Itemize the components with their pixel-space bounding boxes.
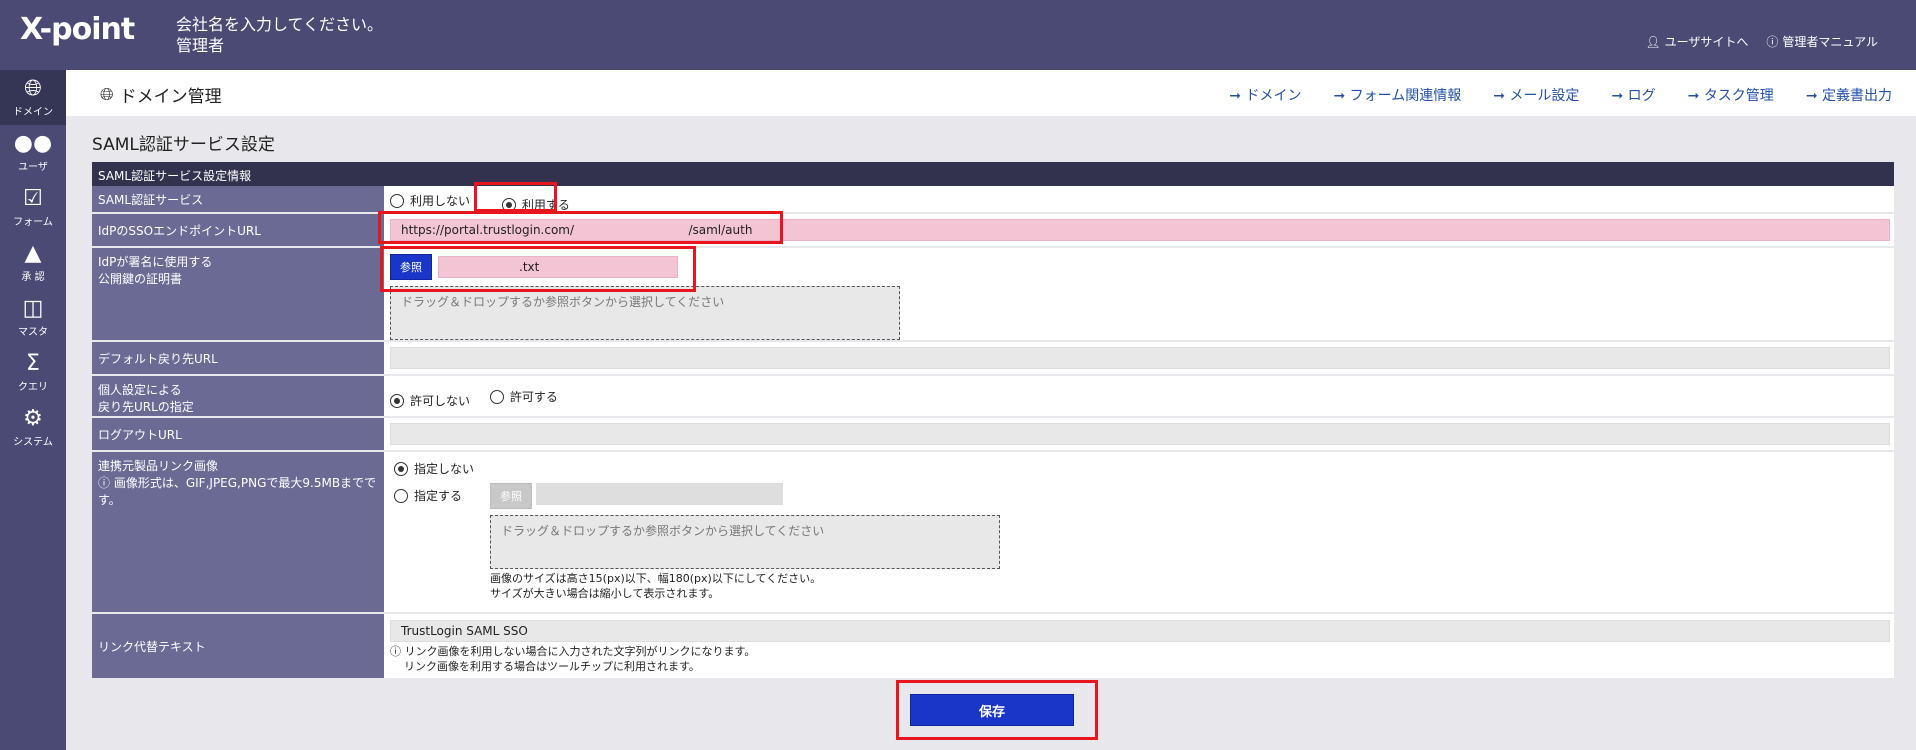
row-default-return-url: デフォルト戻り先URL bbox=[92, 342, 1894, 376]
xpoint-logo[interactable]: X-point bbox=[20, 12, 135, 47]
nav-approval[interactable]: ▲ 承 認 bbox=[0, 235, 66, 290]
form-icon: ☑ bbox=[23, 186, 43, 211]
admin-manual-link[interactable]: ⓘ 管理者マニュアル bbox=[1766, 33, 1878, 50]
user-site-link[interactable]: 👤︎ ユーザサイトへ bbox=[1645, 33, 1748, 50]
image-size-note-1: 画像のサイズは高さ15(px)以下、幅180(px)以下にしてください。 bbox=[490, 572, 822, 585]
link-text-note-2: リンク画像を利用する場合はツールチップに利用されます。 bbox=[404, 660, 700, 673]
label-certificate: IdPが署名に使用する 公開鍵の証明書 bbox=[92, 248, 384, 340]
stamp-icon: ▲ bbox=[24, 241, 42, 266]
logout-url-input[interactable] bbox=[390, 423, 1890, 445]
header-links: 👤︎ ユーザサイトへ ⓘ 管理者マニュアル bbox=[1645, 33, 1878, 50]
help-icon: ⓘ bbox=[1766, 35, 1779, 49]
nav-user[interactable]: ●● ユーザ bbox=[0, 125, 66, 180]
row-link-image: 連携元製品リンク画像 ⓘ 画像形式は、GIF,JPEG,PNGで最大9.5MBま… bbox=[92, 452, 1894, 614]
saml-settings-form: SAML認証サービス設定情報 SAML認証サービス 利用しない 利用する IdP… bbox=[92, 162, 1894, 680]
label-default-return-url: デフォルト戻り先URL bbox=[92, 342, 384, 374]
info-icon: ⓘ bbox=[98, 476, 111, 490]
link-mail-settings[interactable]: ➞ メール設定 bbox=[1493, 85, 1579, 105]
row-logout-url: ログアウトURL bbox=[92, 418, 1894, 452]
globe-icon: 🌐︎ bbox=[24, 76, 42, 101]
link-text-note-1: リンク画像を利用しない場合に入力された文字列がリンクになります。 bbox=[404, 645, 756, 658]
link-text-input[interactable]: TrustLogin SAML SSO bbox=[390, 620, 1890, 642]
link-domain[interactable]: ➞ ドメイン bbox=[1229, 85, 1301, 105]
row-personal-return-url: 個人設定による 戻り先URLの指定 許可しない 許可する bbox=[92, 376, 1894, 418]
label-personal-return-url: 個人設定による 戻り先URLの指定 bbox=[92, 376, 384, 416]
row-saml-service: SAML認証サービス 利用しない 利用する bbox=[92, 182, 1894, 214]
link-definition[interactable]: ➞ 定義書出力 bbox=[1806, 85, 1892, 105]
radio-image-none[interactable]: 指定しない bbox=[394, 460, 474, 477]
image-drop-zone[interactable]: ドラッグ＆ドロップするか参照ボタンから選択してください bbox=[490, 515, 1001, 569]
row-certificate: IdPが署名に使用する 公開鍵の証明書 参照 .txt ドラッグ＆ドロップするか… bbox=[92, 246, 1894, 342]
user-role: 管理者 bbox=[176, 36, 225, 55]
highlight-certificate bbox=[380, 246, 696, 292]
nav-form[interactable]: ☑ フォーム bbox=[0, 180, 66, 235]
nav-master[interactable]: ◫ マスタ bbox=[0, 290, 66, 345]
label-idp-url: IdPのSSOエンドポイントURL bbox=[92, 214, 384, 246]
sigma-icon: Σ bbox=[26, 351, 40, 376]
nav-system[interactable]: ⚙ システム bbox=[0, 400, 66, 455]
nav-domain[interactable]: 🌐︎ ドメイン bbox=[0, 70, 66, 125]
radio-image-set[interactable]: 指定する bbox=[394, 487, 462, 504]
default-return-url-input[interactable] bbox=[390, 347, 1890, 369]
highlight-saml-on bbox=[474, 182, 557, 212]
database-icon: ◫ bbox=[22, 296, 44, 321]
company-info: 会社名を入力してください。 管理者 bbox=[176, 14, 383, 56]
link-form-info[interactable]: ➞ フォーム関連情報 bbox=[1333, 85, 1461, 105]
cert-drop-zone[interactable]: ドラッグ＆ドロップするか参照ボタンから選択してください bbox=[390, 286, 900, 340]
nav-query[interactable]: Σ クエリ bbox=[0, 345, 66, 400]
user-icon: 👤︎ bbox=[1645, 34, 1661, 49]
label-link-image: 連携元製品リンク画像 ⓘ 画像形式は、GIF,JPEG,PNGで最大9.5MBま… bbox=[92, 452, 384, 612]
label-saml-service: SAML認証サービス bbox=[92, 186, 384, 212]
link-task[interactable]: ➞ タスク管理 bbox=[1688, 85, 1774, 105]
image-browse-button[interactable]: 参照 bbox=[490, 483, 533, 509]
save-button[interactable]: 保存 bbox=[910, 694, 1074, 726]
highlight-idp-url bbox=[378, 211, 783, 244]
row-link-text: リンク代替テキスト TrustLogin SAML SSO ⓘ リンク画像を利用… bbox=[92, 614, 1894, 680]
image-size-note-2: サイズが大きい場合は縮小して表示されます。 bbox=[490, 587, 720, 600]
page-title: 🌐︎ ドメイン管理 bbox=[100, 84, 222, 108]
label-logout-url: ログアウトURL bbox=[92, 418, 384, 450]
section-title: SAML認証サービス設定 bbox=[92, 135, 275, 155]
radio-saml-off[interactable]: 利用しない bbox=[390, 192, 470, 209]
app-header: X-point 会社名を入力してください。 管理者 👤︎ ユーザサイトへ ⓘ 管理者… bbox=[0, 0, 1916, 70]
row-idp-url: IdPのSSOエンドポイントURL https://portal.trustlo… bbox=[92, 211, 1894, 248]
info-icon: ⓘ bbox=[390, 645, 401, 658]
radio-personal-allow[interactable]: 許可する bbox=[489, 388, 558, 405]
users-icon: ●● bbox=[13, 131, 53, 156]
radio-personal-deny[interactable]: 許可しない bbox=[390, 392, 470, 409]
side-nav: 🌐︎ ドメイン ●● ユーザ ☑ フォーム ▲ 承 認 ◫ マスタ Σ クエリ … bbox=[0, 70, 66, 750]
image-file-name bbox=[536, 483, 784, 505]
gear-icon: ⚙ bbox=[23, 406, 43, 431]
title-bar: 🌐︎ ドメイン管理 ➞ ドメイン ➞ フォーム関連情報 ➞ メール設定 ➞ ログ… bbox=[66, 70, 1916, 116]
label-link-text: リンク代替テキスト bbox=[92, 614, 384, 678]
company-name: 会社名を入力してください。 bbox=[176, 15, 384, 34]
globe-icon: 🌐︎ bbox=[100, 84, 114, 105]
form-header: SAML認証サービス設定情報 bbox=[92, 162, 1894, 186]
link-log[interactable]: ➞ ログ bbox=[1611, 85, 1655, 105]
top-links: ➞ ドメイン ➞ フォーム関連情報 ➞ メール設定 ➞ ログ ➞ タスク管理 ➞… bbox=[1229, 85, 1892, 105]
